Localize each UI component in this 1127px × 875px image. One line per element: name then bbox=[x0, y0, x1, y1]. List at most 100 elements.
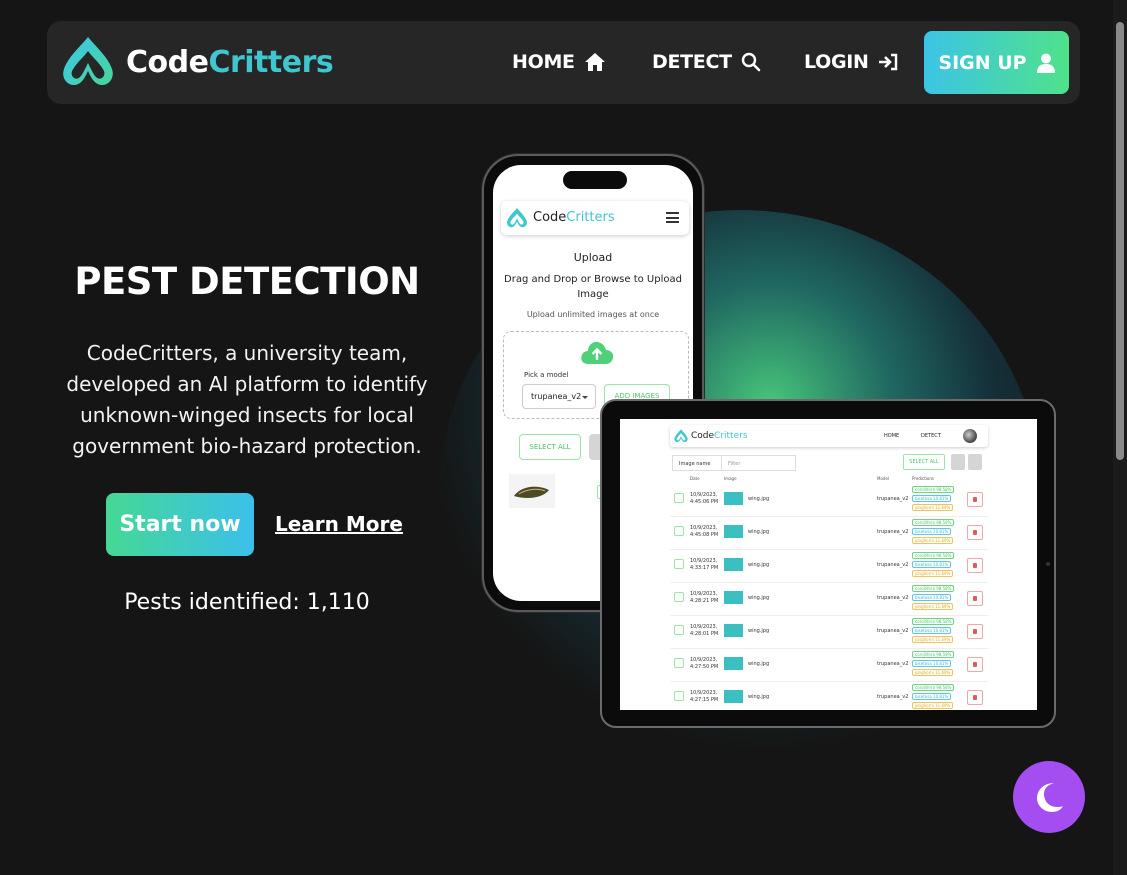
nav-detect-link[interactable]: DETECT bbox=[652, 51, 761, 73]
nav-login-link[interactable]: LOGIN bbox=[804, 51, 898, 73]
prediction-badge: jonghorni 11.69% bbox=[912, 669, 954, 676]
prediction-badge: corollifera 98.58% bbox=[912, 519, 955, 526]
row-thumbnail bbox=[724, 624, 743, 637]
row-checkbox bbox=[674, 658, 684, 668]
nav-home-link[interactable]: HOME bbox=[512, 51, 606, 73]
moon-icon bbox=[1037, 783, 1063, 812]
prediction-badge: jonghorni 11.69% bbox=[912, 702, 954, 709]
brand-link[interactable]: CodeCritters bbox=[58, 33, 334, 91]
phone-model-select: trupanea_v2 bbox=[522, 384, 596, 409]
row-checkbox bbox=[674, 592, 684, 602]
hamburger-menu-icon bbox=[666, 212, 679, 223]
tablet-disabled-button bbox=[968, 454, 982, 470]
tablet-header-date: Date bbox=[690, 476, 700, 481]
tablet-mockup: CodeCritters HOME DETECT Image name Filt… bbox=[600, 399, 1056, 728]
prediction-badge: bisetosa 10.81% bbox=[912, 495, 952, 502]
pests-identified-count: Pests identified: 1,110 bbox=[124, 590, 370, 615]
table-row: 10/9/2023, 4:28:21 PM wing.jpg trupanea_v2… bbox=[670, 583, 988, 616]
prediction-badge: corollifera 98.58% bbox=[912, 552, 955, 559]
row-thumbnail bbox=[724, 525, 743, 538]
nav-home-label: HOME bbox=[512, 51, 575, 73]
prediction-badge: jonghorni 11.69% bbox=[912, 570, 954, 577]
prediction-badge: jonghorni 11.69% bbox=[912, 636, 954, 643]
logo-icon bbox=[507, 208, 527, 228]
tablet-header-image: Image bbox=[724, 476, 737, 481]
insect-wing-thumbnail bbox=[509, 474, 555, 508]
cloud-upload-icon bbox=[581, 341, 614, 364]
navbar: CodeCritters HOME DETECT LOGIN SIGN UP bbox=[47, 21, 1080, 104]
phone-notch bbox=[563, 171, 627, 189]
scrollbar-thumb[interactable] bbox=[1116, 22, 1124, 460]
row-thumbnail bbox=[724, 492, 743, 505]
prediction-badge: corollifera 98.58% bbox=[912, 651, 955, 658]
delete-icon bbox=[967, 624, 983, 639]
table-row: 10/9/2023, 4:28:01 PM wing.jpg trupanea_v2… bbox=[670, 616, 988, 649]
table-row: 10/9/2023, 4:27:50 PM wing.jpg trupanea_v2… bbox=[670, 649, 988, 682]
row-filename: wing.jpg bbox=[748, 595, 770, 601]
phone-drag-text: Drag and Drop or Browse to Upload Image bbox=[504, 274, 682, 300]
prediction-badge: jonghorni 11.69% bbox=[912, 537, 954, 544]
brand-name: CodeCritters bbox=[126, 44, 334, 80]
row-thumbnail bbox=[724, 690, 743, 703]
tablet-brand-name: CodeCritters bbox=[691, 431, 748, 441]
row-filename: wing.jpg bbox=[748, 694, 770, 700]
prediction-badge: bisetosa 10.81% bbox=[912, 693, 952, 700]
learn-more-link[interactable]: Learn More bbox=[275, 512, 403, 536]
tablet-brand-code: Code bbox=[691, 431, 715, 441]
row-filename: wing.jpg bbox=[748, 496, 770, 502]
row-model: trupanea_v2 bbox=[877, 661, 909, 667]
row-filename: wing.jpg bbox=[748, 562, 770, 568]
prediction-badge: corollifera 98.58% bbox=[912, 618, 955, 625]
logo-icon bbox=[674, 429, 688, 443]
row-model: trupanea_v2 bbox=[877, 595, 909, 601]
row-filename: wing.jpg bbox=[748, 661, 770, 667]
dark-mode-toggle[interactable] bbox=[1013, 761, 1085, 833]
row-thumbnail bbox=[724, 591, 743, 604]
tablet-camera bbox=[1046, 562, 1050, 566]
delete-icon bbox=[967, 657, 983, 672]
tablet-nav-detect: DETECT bbox=[921, 433, 941, 439]
row-filename: wing.jpg bbox=[748, 529, 770, 535]
prediction-badge: jonghorni 11.69% bbox=[912, 504, 954, 511]
phone-upload-title: Upload bbox=[573, 251, 613, 264]
tablet-header-predictions: Predictions bbox=[912, 476, 934, 481]
delete-icon bbox=[967, 525, 983, 540]
row-model: trupanea_v2 bbox=[877, 628, 909, 634]
hero-description: CodeCritters, a university team, develop… bbox=[66, 341, 428, 458]
page-scrollbar[interactable] bbox=[1113, 0, 1127, 875]
hero-title: PEST DETECTION bbox=[74, 260, 420, 303]
user-icon bbox=[1036, 53, 1055, 73]
start-now-button[interactable]: Start now bbox=[106, 493, 254, 556]
prediction-badge: bisetosa 10.81% bbox=[912, 660, 952, 667]
table-row: 10/9/2023, 4:45:08 PM wing.jpg trupanea_v2… bbox=[670, 517, 988, 550]
row-checkbox bbox=[674, 691, 684, 701]
tablet-navbar: CodeCritters HOME DETECT bbox=[670, 425, 988, 447]
tablet-header-model: Model bbox=[877, 476, 890, 481]
row-checkbox bbox=[674, 625, 684, 635]
phone-brand-name: CodeCritters bbox=[533, 210, 615, 225]
login-icon bbox=[878, 53, 897, 71]
tablet-filter-input: Filter bbox=[721, 455, 796, 471]
row-thumbnail bbox=[724, 657, 743, 670]
prediction-badge: bisetosa 10.81% bbox=[912, 627, 952, 634]
search-icon bbox=[741, 52, 761, 72]
tablet-select-all-button: SELECT ALL bbox=[903, 454, 945, 470]
signup-label: SIGN UP bbox=[938, 51, 1027, 74]
row-filename: wing.jpg bbox=[748, 628, 770, 634]
row-model: trupanea_v2 bbox=[877, 529, 909, 535]
phone-select-all-button: SELECT ALL bbox=[519, 434, 581, 460]
delete-icon bbox=[967, 492, 983, 507]
signup-button[interactable]: SIGN UP bbox=[924, 31, 1069, 94]
row-checkbox bbox=[674, 559, 684, 569]
tablet-nav-home: HOME bbox=[884, 433, 900, 439]
phone-brand-critters: Critters bbox=[566, 210, 615, 225]
prediction-badge: jonghorni 11.69% bbox=[912, 603, 954, 610]
row-thumbnail bbox=[724, 558, 743, 571]
brand-name-critters: Critters bbox=[208, 44, 334, 80]
tablet-filter-select: Image name bbox=[672, 455, 722, 471]
prediction-badge: bisetosa 10.81% bbox=[912, 561, 952, 568]
row-checkbox bbox=[674, 526, 684, 536]
row-checkbox bbox=[674, 493, 684, 503]
tablet-brand-critters: Critters bbox=[714, 431, 748, 441]
delete-icon bbox=[967, 591, 983, 606]
